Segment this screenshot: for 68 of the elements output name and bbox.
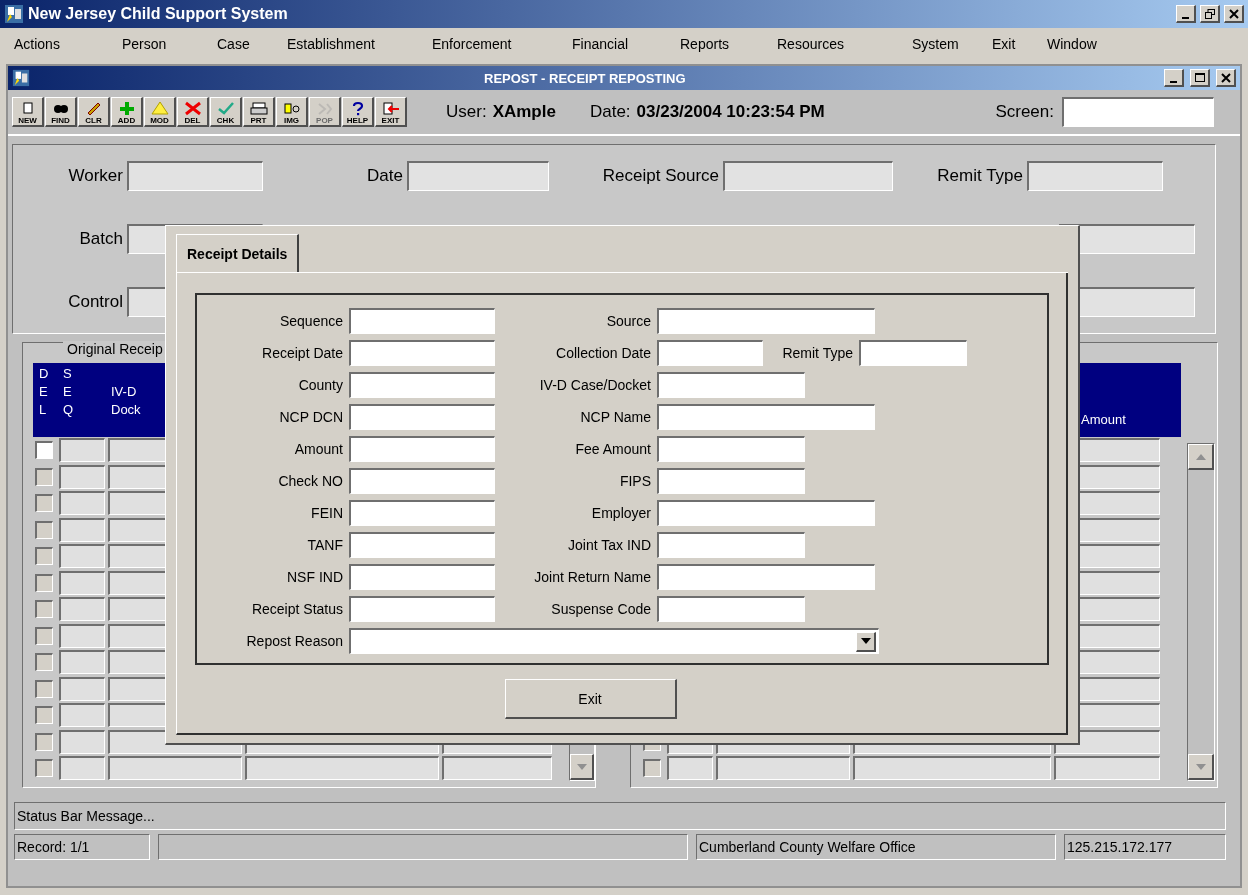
menu-item[interactable]: Actions bbox=[14, 36, 122, 52]
toolbar-button[interactable]: PRT bbox=[243, 97, 275, 127]
field-label: FIPS bbox=[618, 473, 651, 489]
status-message: Status Bar Message... bbox=[16, 808, 155, 824]
column-header: IV-D Dock bbox=[111, 383, 141, 419]
toolbar-button[interactable]: CHK bbox=[210, 97, 242, 127]
date-value: 03/23/2004 10:23:54 PM bbox=[636, 102, 825, 122]
window-title: REPOST - RECEIPT REPOSTING bbox=[484, 70, 686, 86]
field-label: Sequence bbox=[278, 313, 343, 329]
field-label: Source bbox=[605, 313, 651, 329]
tab[interactable]: Receipt Details bbox=[176, 234, 300, 272]
toolbar-button[interactable]: CLR bbox=[78, 97, 110, 127]
menu-item[interactable]: Establishment bbox=[287, 36, 432, 52]
field-label: IV-D Case/Docket bbox=[538, 377, 651, 393]
field-label: NSF IND bbox=[286, 569, 343, 585]
field-label: Date bbox=[366, 166, 403, 187]
menu-item[interactable]: Reports bbox=[680, 36, 777, 52]
app-title: New Jersey Child Support System bbox=[28, 5, 288, 23]
field-label: Receipt Status bbox=[250, 601, 343, 617]
field-label: Batch bbox=[78, 229, 123, 249]
menu-item[interactable]: Exit bbox=[992, 36, 1047, 52]
menu-item[interactable]: Case bbox=[217, 36, 287, 52]
toolbar-button[interactable]: HELP bbox=[342, 97, 374, 127]
field-label: Remit Type bbox=[781, 345, 853, 361]
field-label: County bbox=[297, 377, 343, 393]
field-label: TANF bbox=[306, 537, 343, 553]
column-header: D E L bbox=[39, 365, 49, 419]
field-label: Worker bbox=[67, 166, 123, 187]
field-label: Receipt Date bbox=[261, 345, 343, 361]
field-label: Control bbox=[67, 291, 123, 312]
menu-item[interactable]: Financial bbox=[572, 36, 680, 52]
menu-item[interactable]: Window bbox=[1047, 36, 1127, 52]
field-label: Suspense Code bbox=[550, 601, 651, 617]
screen-label: Screen: bbox=[995, 102, 1054, 122]
field-label: Receipt Source bbox=[601, 166, 719, 187]
field-label: FEIN bbox=[310, 505, 343, 521]
field-label: NCP DCN bbox=[278, 409, 343, 425]
field-label: NCP Name bbox=[579, 409, 651, 425]
user-name: XAmple bbox=[492, 102, 556, 122]
toolbar-button[interactable]: DEL bbox=[177, 97, 209, 127]
toolbar-button[interactable]: IMG bbox=[276, 97, 308, 127]
field-label: Repost Reason bbox=[245, 633, 343, 649]
column-header: S E Q bbox=[63, 365, 74, 419]
column-header: Amount bbox=[1081, 411, 1126, 429]
ip-address: 125.215.172.177 bbox=[1064, 834, 1226, 860]
field-label: Joint Return Name bbox=[533, 569, 651, 585]
toolbar-button[interactable]: MOD bbox=[144, 97, 176, 127]
menu-item[interactable]: System bbox=[912, 36, 992, 52]
user-label: User: bbox=[446, 102, 487, 122]
group-title: Original Receip bbox=[63, 341, 167, 357]
toolbar-button[interactable]: NEW bbox=[12, 97, 44, 127]
exit-button[interactable]: Exit bbox=[504, 679, 677, 719]
field-label: Collection Date bbox=[555, 345, 651, 361]
date-label: Date: bbox=[589, 102, 631, 122]
field-label: Check NO bbox=[277, 473, 343, 489]
toolbar-button[interactable]: EXIT bbox=[375, 97, 407, 127]
field-label: Remit Type bbox=[936, 166, 1023, 187]
field-label: Joint Tax IND bbox=[567, 537, 651, 553]
field-label: Fee Amount bbox=[574, 441, 651, 457]
field-label: Amount bbox=[293, 441, 343, 457]
menu-item[interactable]: Resources bbox=[777, 36, 912, 52]
office-name: Cumberland County Welfare Office bbox=[696, 834, 1056, 860]
field-label: Employer bbox=[590, 505, 651, 521]
toolbar-button[interactable]: ADD bbox=[111, 97, 143, 127]
menu-item[interactable]: Enforcement bbox=[432, 36, 572, 52]
toolbar-button[interactable]: FIND bbox=[45, 97, 77, 127]
record-count: Record: 1/1 bbox=[14, 834, 150, 860]
menu-item[interactable]: Person bbox=[122, 36, 217, 52]
